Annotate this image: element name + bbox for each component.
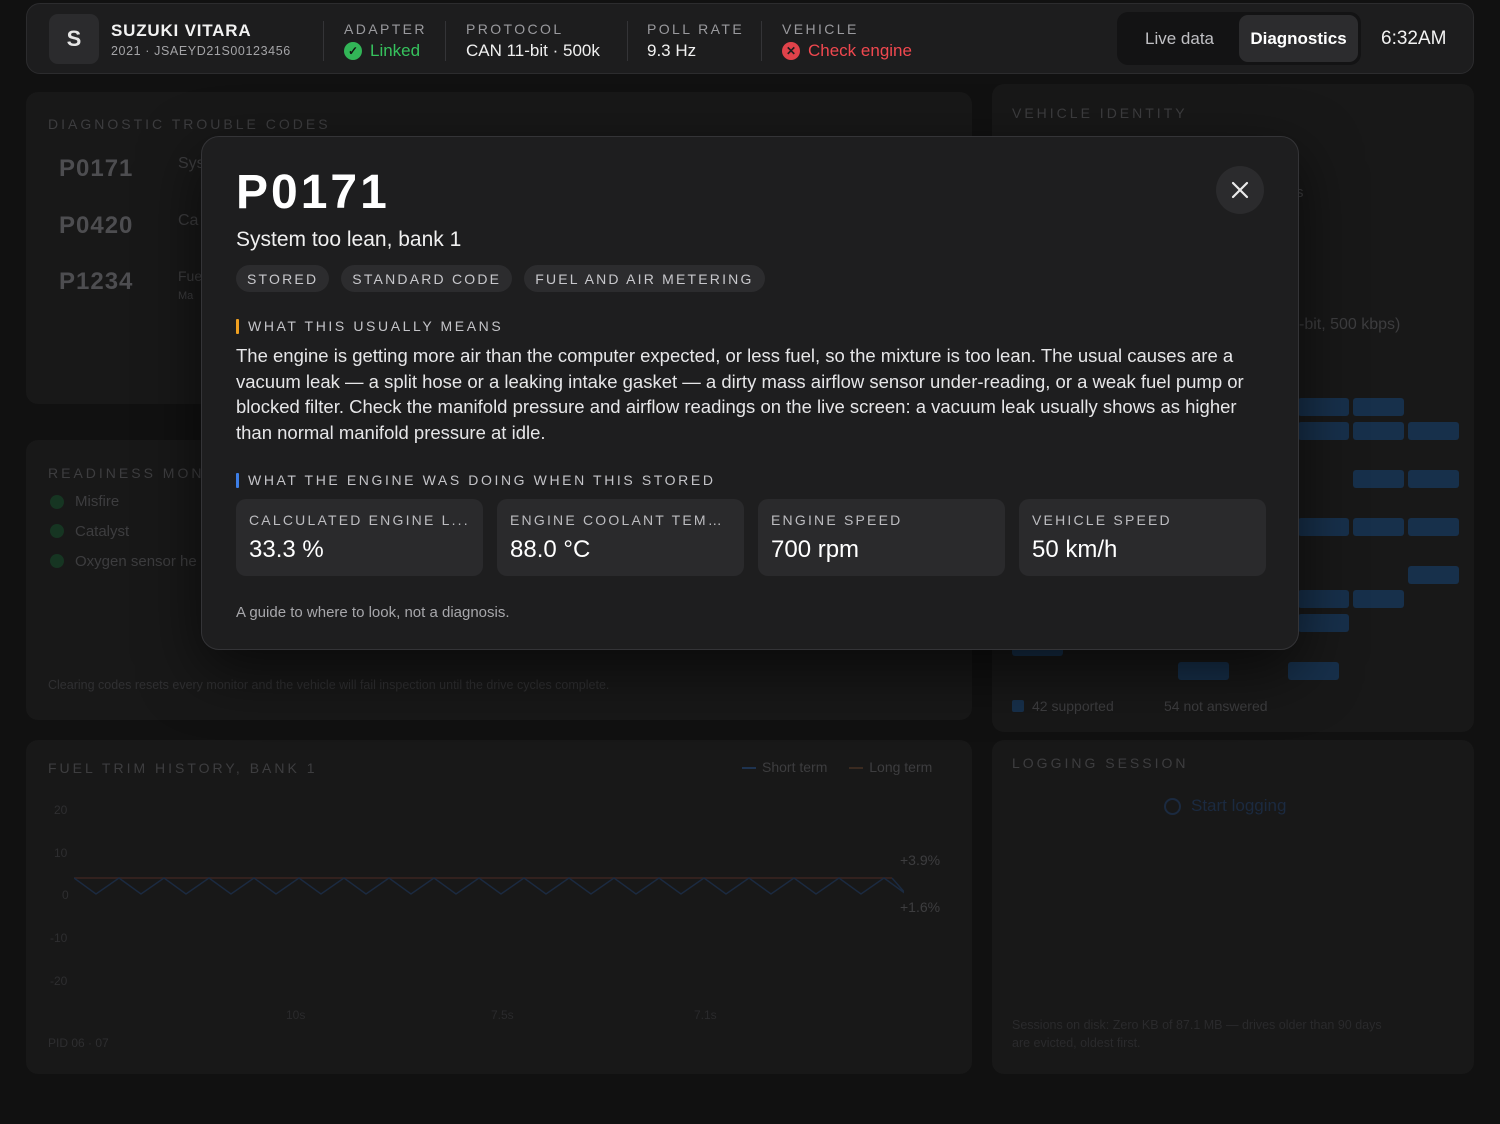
freeze-frame-label: VEHICLE SPEED bbox=[1032, 512, 1172, 528]
freeze-frame-label: ENGINE SPEED bbox=[771, 512, 903, 528]
close-button[interactable] bbox=[1216, 166, 1264, 214]
dtc-code: P0171 bbox=[236, 166, 390, 219]
freeze-frame-value: 88.0 °C bbox=[510, 536, 591, 563]
tag-chip: STANDARD CODE bbox=[341, 265, 513, 292]
freeze-frame-label: CALCULATED ENGINE L... bbox=[249, 512, 470, 528]
tag-chip: STORED bbox=[236, 265, 330, 292]
freeze-frame-card: ENGINE COOLANT TEMP... 88.0 °C bbox=[497, 499, 744, 576]
close-icon bbox=[1231, 181, 1249, 199]
freeze-frame-label: ENGINE COOLANT TEMP... bbox=[510, 512, 731, 528]
dtc-title: System too lean, bank 1 bbox=[236, 228, 462, 251]
dtc-detail-dialog: P0171 System too lean, bank 1 STORED STA… bbox=[201, 136, 1299, 650]
freeze-frame-grid: CALCULATED ENGINE L... 33.3 % ENGINE COO… bbox=[236, 499, 1266, 576]
freeze-frame-value: 700 rpm bbox=[771, 536, 860, 563]
freeze-frame-card: ENGINE SPEED 700 rpm bbox=[758, 499, 1005, 576]
disclaimer: A guide to where to look, not a diagnosi… bbox=[236, 604, 510, 621]
freeze-frame-card: VEHICLE SPEED 50 km/h bbox=[1019, 499, 1266, 576]
tag-chip: FUEL AND AIR METERING bbox=[524, 265, 765, 292]
freeze-frame-value: 33.3 % bbox=[249, 536, 324, 563]
freeze-frame-heading: WHAT THE ENGINE WAS DOING WHEN THIS STOR… bbox=[236, 472, 716, 488]
dtc-tags: STORED STANDARD CODE FUEL AND AIR METERI… bbox=[236, 265, 765, 292]
meaning-heading: WHAT THIS USUALLY MEANS bbox=[236, 318, 503, 334]
meaning-body: The engine is getting more air than the … bbox=[236, 345, 1244, 443]
freeze-frame-card: CALCULATED ENGINE L... 33.3 % bbox=[236, 499, 483, 576]
freeze-frame-value: 50 km/h bbox=[1032, 536, 1118, 563]
